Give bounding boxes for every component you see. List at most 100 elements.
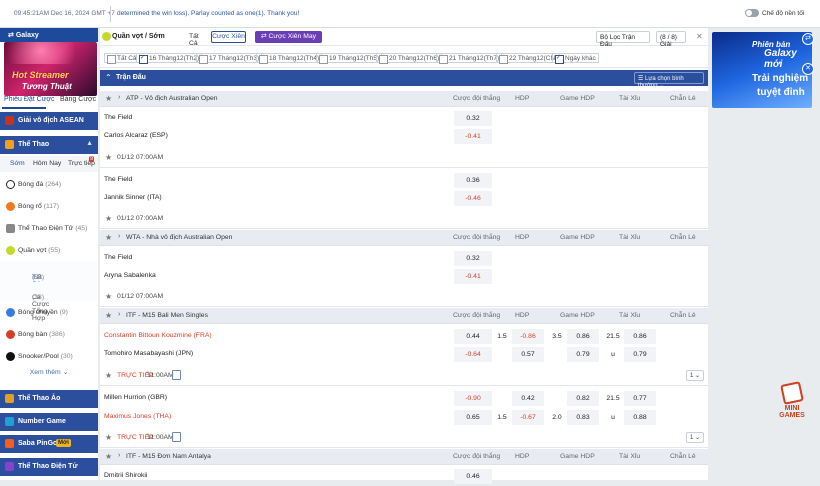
odds-cell[interactable]: 0.88: [624, 410, 656, 425]
match-filter-dropdown[interactable]: Bộ Lọc Trận Đấu: [596, 31, 650, 48]
date-chip-17[interactable]: 17 Tháng12(Th3): [196, 53, 263, 64]
sidebar-section-sports[interactable]: Thể Thao ▲: [0, 136, 98, 154]
odds-cell[interactable]: 0.57: [512, 347, 544, 362]
live-count-badge: 9: [89, 156, 95, 162]
galaxy-header[interactable]: ⇄ Galaxy: [0, 28, 98, 42]
sidebar-item-tennis[interactable]: Quần vợt (55): [0, 240, 98, 262]
league-header[interactable]: ★ › WTA - Nhà vô địch Australian Open Cư…: [100, 230, 708, 246]
star-icon[interactable]: ★: [105, 311, 112, 320]
star-icon[interactable]: ★: [105, 452, 112, 461]
col-win: Cược đội thắng: [453, 234, 501, 241]
sidebar-section-virtual[interactable]: Thể Thao Ảo: [0, 390, 98, 408]
date-chip-21[interactable]: 21 Tháng12(Th7): [436, 53, 503, 64]
star-icon[interactable]: ★: [105, 292, 112, 301]
table-row: Carlos Alcaraz (ESP) -0.41: [100, 126, 708, 146]
odds-cell[interactable]: -0.41: [454, 129, 492, 144]
trophy-icon: [5, 116, 14, 125]
odds-cell[interactable]: -0.41: [454, 269, 492, 284]
odds-cell[interactable]: -0.64: [454, 347, 492, 362]
odds-cell[interactable]: 0.86: [567, 329, 599, 344]
league-header[interactable]: ★ › ITF - M15 Đơn Nam Antalya Cược đội t…: [100, 449, 708, 465]
date-chip-19[interactable]: 19 Tháng12(Th5): [316, 53, 383, 64]
col-win: Cược đội thắng: [453, 95, 501, 102]
league-name: WTA - Nhà vô địch Australian Open: [126, 234, 233, 241]
subtab-today[interactable]: Hôm Nay: [33, 160, 61, 167]
odds-cell[interactable]: -0.90: [454, 391, 492, 406]
sidebar-item-snooker[interactable]: Snooker/Pool (30): [0, 346, 98, 368]
date-chip-other[interactable]: Ngày khác: [552, 53, 599, 64]
sidebar-item-table-tennis[interactable]: Bóng bàn (386): [0, 324, 98, 346]
star-icon[interactable]: ★: [105, 94, 112, 103]
tab-betslip[interactable]: Phiếu Đặt Cược: [4, 96, 55, 103]
more-markets-dropdown[interactable]: 1 ⌄: [686, 370, 704, 381]
col-ou: Tài Xỉu: [619, 453, 641, 460]
odds-cell[interactable]: 0.79: [567, 347, 599, 362]
sidebar-section-asean[interactable]: Giải vô địch ASEAN: [0, 112, 98, 130]
date-chip-all[interactable]: Tất Cả: [104, 53, 140, 64]
odds-cell[interactable]: 0.42: [512, 391, 544, 406]
bet-type-dropdown[interactable]: ☰ Lựa chọn bình thường ⌄: [634, 72, 704, 89]
galaxy-promo-banner[interactable]: Phiên bản Galaxy mới Trải nghiệm tuyệt đ…: [712, 32, 812, 108]
star-icon[interactable]: ★: [105, 371, 112, 380]
stats-icon[interactable]: [172, 432, 181, 442]
chevron-up-icon[interactable]: ⌃: [105, 73, 112, 82]
stats-icon[interactable]: [172, 370, 181, 380]
right-panel: Phiên bản Galaxy mới Trải nghiệm tuyệt đ…: [708, 28, 820, 480]
sidebar-section-number-game[interactable]: Number Game: [0, 413, 98, 431]
tennis-sub-outright[interactable]: Cá Cược Tổng Hợp (38): [0, 282, 98, 322]
star-icon[interactable]: ★: [105, 433, 112, 442]
star-icon[interactable]: ★: [105, 233, 112, 242]
odds-cell[interactable]: 0.65: [454, 410, 492, 425]
snooker-ball-icon: [6, 352, 15, 361]
more-markets-dropdown[interactable]: 1 ⌄: [686, 432, 704, 443]
odds-cell[interactable]: 0.79: [624, 347, 656, 362]
sidebar-item-esports[interactable]: Thể Thao Điện Tử (45): [0, 218, 98, 240]
sidebar-section-esports[interactable]: Thể Thao Điện Tử: [0, 458, 98, 476]
odds-cell[interactable]: 0.32: [454, 111, 492, 126]
odds-cell[interactable]: 0.44: [454, 329, 492, 344]
odds-cell[interactable]: -0.46: [454, 191, 492, 206]
odds-cell[interactable]: 0.46: [454, 469, 492, 484]
sidebar-item-basketball[interactable]: Bóng rổ (117): [0, 196, 98, 218]
sidebar-item-volleyball[interactable]: Bóng chuyền (9): [0, 302, 98, 324]
odds-cell[interactable]: 0.86: [624, 329, 656, 344]
close-icon[interactable]: ✕: [696, 32, 706, 42]
announcement-ticker[interactable]: determined the win loss). Parlay counted…: [117, 10, 299, 17]
star-icon[interactable]: ★: [105, 153, 112, 162]
lucky-parlay-button[interactable]: ⇄ Cược Xiên May Mắn: [255, 31, 322, 52]
table-row: Jannik Sinner (ITA) -0.46: [100, 188, 708, 208]
tab-bet-table[interactable]: Bảng Cược: [60, 96, 96, 103]
promo-banner[interactable]: Hot Streamer Tương Thuật: [4, 42, 97, 96]
tennis-sub-all[interactable]: Tất Cả (55): [0, 262, 98, 288]
league-count-dropdown[interactable]: (8 / 8) Giải: [656, 31, 686, 48]
select-all-dropdown[interactable]: Tất Cả: [188, 31, 208, 47]
sidebar-item-football[interactable]: Bóng đá (264): [0, 174, 98, 196]
sport-label: Bóng đá (264): [18, 181, 62, 188]
odds-cell[interactable]: 0.32: [454, 251, 492, 266]
league-header[interactable]: ★ › ITF - M15 Bali Men Singles Cược đội …: [100, 308, 708, 324]
date-chip-18[interactable]: 18 Tháng12(Th4): [256, 53, 323, 64]
swap-icon[interactable]: ⇄: [802, 33, 814, 45]
odds-cell[interactable]: -0.67: [512, 410, 544, 425]
sidebar-section-pingoal[interactable]: Saba PinGoal Mới: [0, 435, 98, 453]
date-chip-20[interactable]: 20 Tháng12(Th6): [376, 53, 443, 64]
mini-games-launcher[interactable]: MINI GAMES: [772, 381, 812, 425]
odds-cell[interactable]: 0.36: [454, 173, 492, 188]
odds-cell[interactable]: 0.82: [567, 391, 599, 406]
chevron-down-icon: ⌄: [62, 369, 69, 376]
subtab-early[interactable]: Sớm: [10, 160, 25, 167]
tennis-ball-icon: [102, 32, 111, 41]
date-chip-22[interactable]: 22 Tháng12(CN): [496, 53, 561, 64]
league-header[interactable]: ★ › ATP - Vô địch Australian Open Cược đ…: [100, 91, 708, 107]
close-icon[interactable]: ✕: [802, 63, 814, 75]
see-more-link[interactable]: Xem thêm ⌄: [0, 368, 98, 382]
odds-cell[interactable]: -0.86: [512, 329, 544, 344]
star-icon[interactable]: ★: [105, 214, 112, 223]
date-chip-16[interactable]: 16 Tháng12(Th2): [136, 53, 203, 64]
matches-heading: Trận Đấu: [116, 74, 146, 81]
odds-cell[interactable]: 0.83: [567, 410, 599, 425]
odds-cell[interactable]: 0.77: [624, 391, 656, 406]
table-row: Aryna Sabalenka -0.41: [100, 266, 708, 286]
parlay-button[interactable]: Cược Xiên: [211, 31, 246, 43]
dark-mode-toggle[interactable]: [745, 9, 759, 17]
